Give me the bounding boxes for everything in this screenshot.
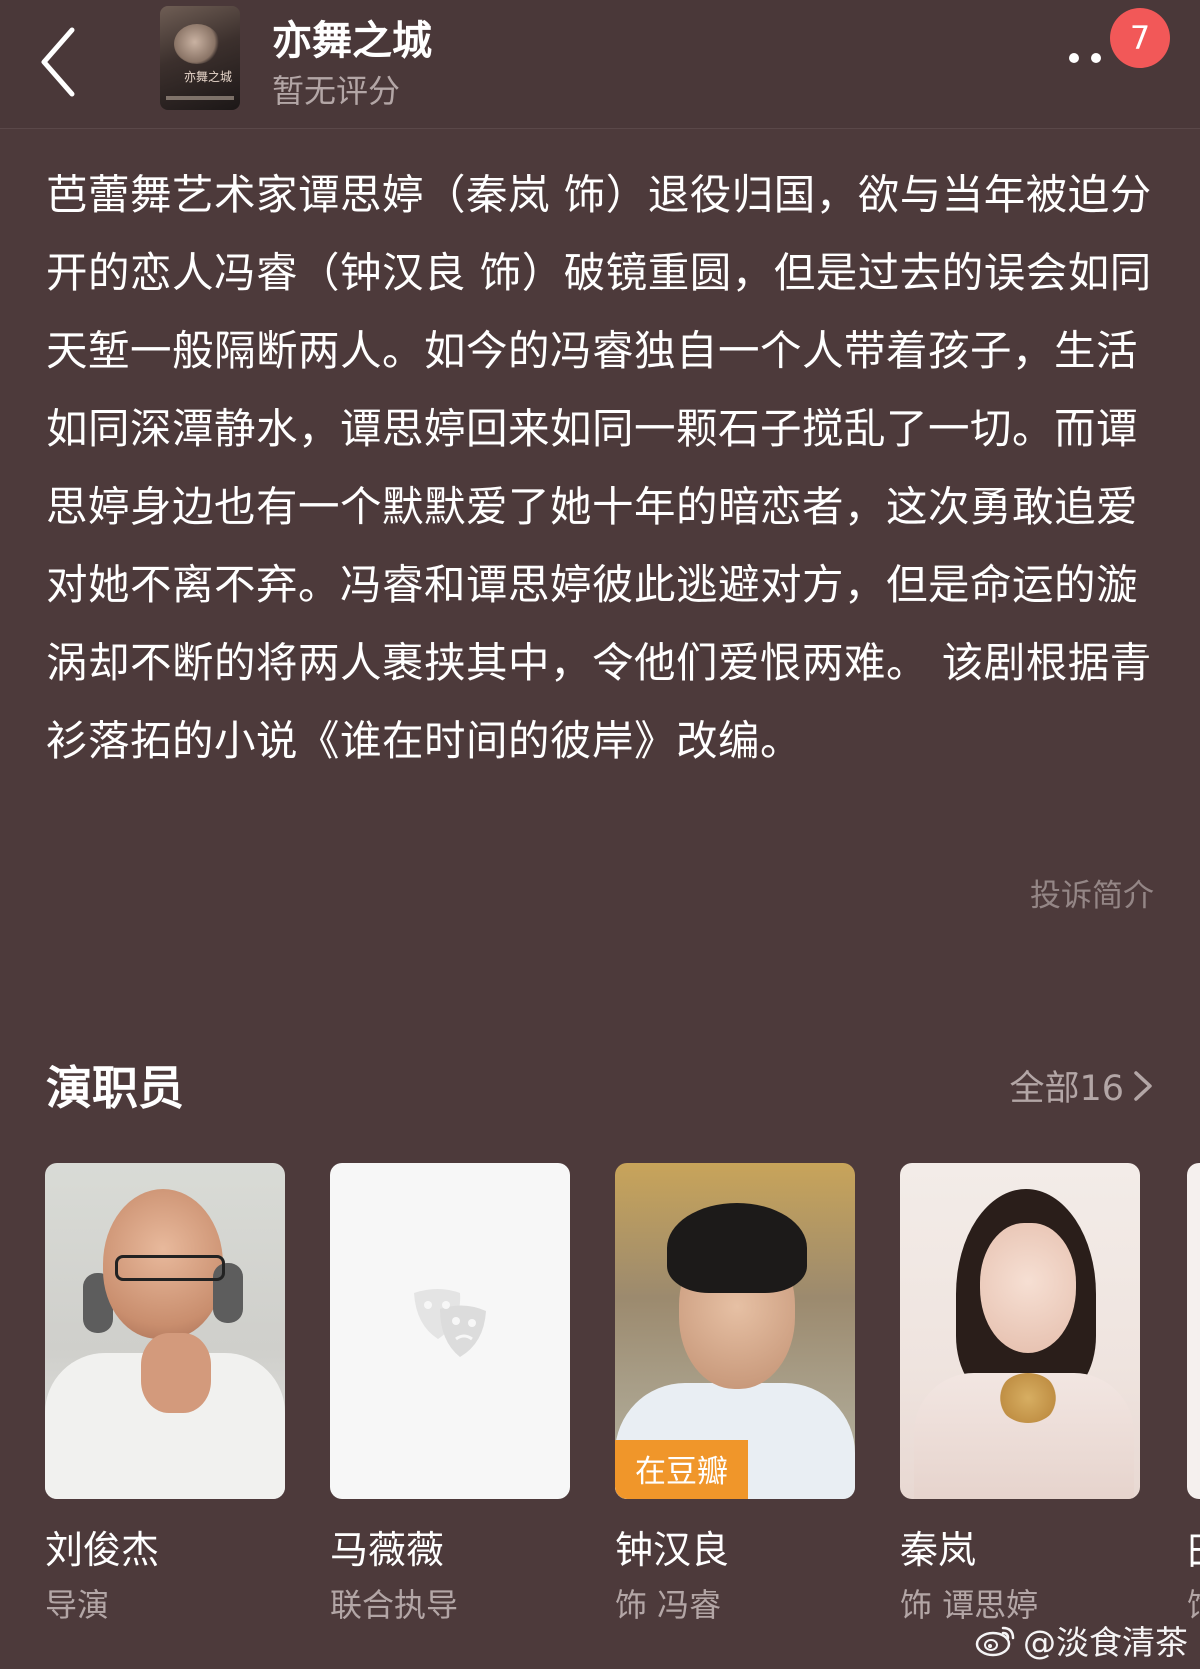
cast-card[interactable]: 马薇薇 联合执导 bbox=[330, 1163, 570, 1626]
cast-view-all-link[interactable]: 全部16 bbox=[1009, 1060, 1154, 1111]
cast-view-all-label: 全部16 bbox=[1009, 1069, 1124, 1109]
poster-figure bbox=[174, 24, 220, 64]
cast-card[interactable]: 秦岚 饰 谭思婷 bbox=[900, 1163, 1140, 1626]
cast-role: 导演 bbox=[45, 1586, 110, 1624]
poster-title: 亦舞之城 bbox=[183, 70, 232, 84]
report-synopsis-link[interactable]: 投诉简介 bbox=[1030, 870, 1154, 915]
cast-card[interactable]: 刘俊杰 导演 bbox=[45, 1163, 285, 1626]
poster-caption-line bbox=[166, 96, 234, 100]
cast-photo bbox=[45, 1163, 285, 1499]
chevron-left-icon[interactable] bbox=[36, 22, 84, 102]
cast-card-partial[interactable] bbox=[1187, 1163, 1200, 1499]
notification-badge[interactable]: 7 bbox=[1110, 8, 1170, 68]
cast-name: 田 bbox=[1187, 1520, 1200, 1575]
more-icon[interactable] bbox=[1066, 48, 1110, 68]
page-title: 亦舞之城 bbox=[272, 18, 432, 64]
cast-card[interactable]: 在豆瓣 钟汉良 饰 冯睿 bbox=[615, 1163, 855, 1626]
cast-photo-placeholder bbox=[330, 1163, 570, 1499]
drama-poster[interactable]: 亦舞之城 bbox=[160, 6, 240, 110]
watermark: @淡食清茶 bbox=[975, 1616, 1188, 1664]
cast-section-title: 演职员 bbox=[46, 1061, 184, 1115]
cast-role: 联合执导 bbox=[330, 1586, 459, 1624]
synopsis-text: 芭蕾舞艺术家谭思婷（秦岚 饰）退役归国，欲与当年被迫分开的恋人冯睿（钟汉良 饰）… bbox=[46, 170, 1152, 765]
watermark-text: @淡食清茶 bbox=[1023, 1623, 1188, 1662]
cast-photo bbox=[900, 1163, 1140, 1499]
cast-name: 钟汉良 bbox=[615, 1528, 730, 1572]
weibo-icon bbox=[975, 1626, 1015, 1657]
cast-photo: 在豆瓣 bbox=[615, 1163, 855, 1499]
rating-text: 暂无评分 bbox=[272, 72, 401, 110]
theater-mask-icon bbox=[414, 1289, 486, 1357]
cast-name: 马薇薇 bbox=[330, 1528, 445, 1572]
douban-tag: 在豆瓣 bbox=[615, 1440, 748, 1499]
top-bar: 亦舞之城 亦舞之城 暂无评分 7 bbox=[0, 0, 1200, 129]
cast-role: 饰 bbox=[1187, 1580, 1200, 1626]
chevron-right-icon bbox=[1134, 1070, 1152, 1101]
cast-name: 刘俊杰 bbox=[45, 1528, 160, 1572]
cast-name: 秦岚 bbox=[900, 1528, 977, 1572]
cast-role: 饰 冯睿 bbox=[615, 1586, 722, 1624]
